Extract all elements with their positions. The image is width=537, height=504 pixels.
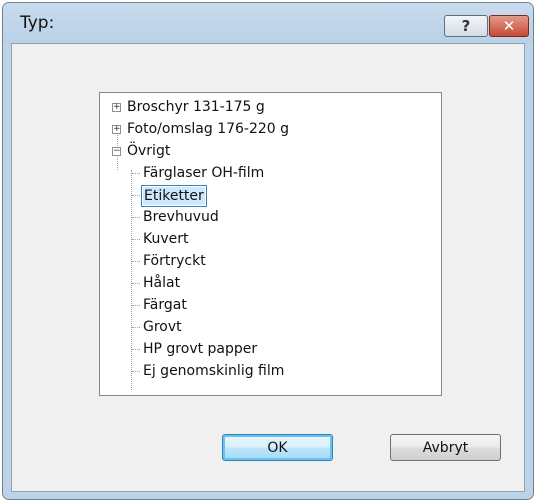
ok-button[interactable]: OK — [222, 434, 333, 461]
expand-icon[interactable]: + — [112, 103, 121, 112]
tree-connector — [132, 349, 140, 350]
title-bar: Typ: ? ✕ — [3, 3, 533, 43]
tree-item-ej-genomskinlig-film[interactable]: Ej genomskinlig film — [143, 360, 284, 382]
tree-item-label: Foto/omslag 176-220 g — [127, 121, 290, 137]
tree-connector — [132, 217, 140, 218]
expand-icon[interactable]: + — [112, 125, 121, 134]
tree-item-halat[interactable]: Hålat — [143, 272, 180, 294]
tree-item-label: Broschyr 131-175 g — [127, 99, 265, 115]
help-icon: ? — [461, 17, 471, 35]
tree-connector — [132, 261, 140, 262]
tree-item-fargat[interactable]: Färgat — [143, 294, 187, 316]
cancel-button[interactable]: Avbryt — [390, 434, 501, 461]
tree-item-grovt[interactable]: Grovt — [143, 316, 182, 338]
close-button[interactable]: ✕ — [489, 15, 529, 37]
tree-item-etiketter[interactable]: Etiketter — [141, 185, 207, 207]
tree-connector — [132, 327, 140, 328]
dialog-window: Typ: ? ✕ + Broschyr 131-175 g + Foto/oms… — [2, 2, 534, 500]
tree-connector — [132, 371, 140, 372]
close-icon: ✕ — [502, 17, 516, 35]
tree-connector — [132, 195, 140, 196]
tree-connector — [131, 170, 132, 390]
tree-item-farglaser-oh-film[interactable]: Färglaser OH-film — [143, 162, 264, 184]
tree-connector — [132, 173, 140, 174]
tree-connector — [132, 283, 140, 284]
help-button[interactable]: ? — [444, 15, 488, 37]
tree-item-fortryckt[interactable]: Förtryckt — [143, 250, 206, 272]
tree-item-kuvert[interactable]: Kuvert — [143, 228, 189, 250]
tree-item-hp-grovt-papper[interactable]: HP grovt papper — [143, 338, 257, 360]
dialog-title: Typ: — [20, 13, 55, 33]
tree-item-label: Övrigt — [127, 143, 171, 159]
tree-connector — [132, 239, 140, 240]
tree-connector — [132, 305, 140, 306]
collapse-icon[interactable]: − — [112, 147, 121, 156]
paper-type-tree[interactable]: + Broschyr 131-175 g + Foto/omslag 176-2… — [99, 92, 442, 396]
tree-item-brevhuvud[interactable]: Brevhuvud — [143, 206, 219, 228]
dialog-body: + Broschyr 131-175 g + Foto/omslag 176-2… — [11, 43, 525, 492]
